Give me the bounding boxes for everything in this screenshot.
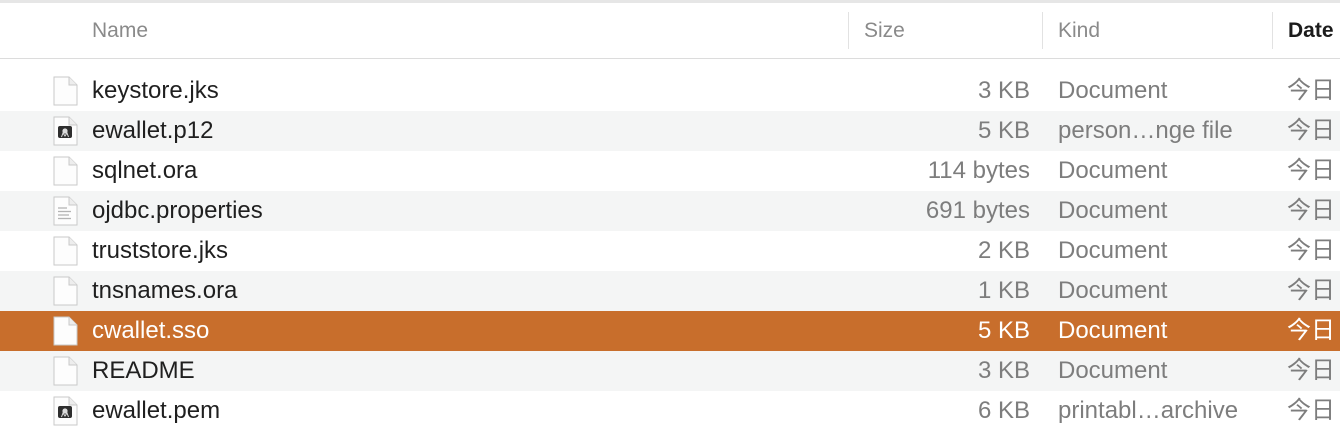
file-size: 3 KB	[977, 357, 1030, 384]
file-row-selected[interactable]: cwallet.sso 5 KB Document 今日	[0, 311, 1340, 351]
file-row[interactable]: ewallet.p12 5 KB person…nge file 今日	[0, 111, 1340, 151]
column-header-date[interactable]: Date	[1288, 3, 1334, 58]
file-date: 今日	[1287, 397, 1335, 424]
file-size: 2 KB	[977, 237, 1030, 264]
file-kind: Document	[1058, 277, 1168, 304]
file-name: sqlnet.ora	[92, 157, 198, 184]
file-size: 6 KB	[977, 397, 1030, 424]
file-kind: Document	[1058, 237, 1168, 264]
file-kind: Document	[1058, 317, 1168, 344]
file-name: README	[92, 357, 195, 384]
file-name: ojdbc.properties	[92, 197, 263, 224]
file-size: 1 KB	[977, 277, 1030, 304]
file-name: cwallet.sso	[92, 317, 210, 344]
file-date: 今日	[1287, 277, 1335, 304]
column-divider[interactable]	[1042, 12, 1043, 49]
file-row[interactable]: keystore.jks 3 KB Document 今日	[0, 71, 1340, 111]
file-name: ewallet.p12	[92, 117, 214, 144]
column-header-bar: Name Size Kind Date	[0, 3, 1340, 59]
file-size: 114 bytes	[927, 157, 1030, 184]
file-row[interactable]: sqlnet.ora 114 bytes Document 今日	[0, 151, 1340, 191]
file-kind: Document	[1058, 77, 1168, 104]
column-header-kind[interactable]: Kind	[1058, 3, 1100, 58]
file-row[interactable]: ewallet.pem 6 KB printabl…archive 今日	[0, 391, 1340, 431]
certificate-icon	[52, 396, 78, 426]
column-divider[interactable]	[1272, 12, 1273, 49]
column-divider[interactable]	[848, 12, 849, 49]
file-size: 691 bytes	[925, 197, 1030, 224]
document-icon	[52, 276, 78, 306]
file-list: keystore.jks 3 KB Document 今日 ewallet.p12 5 K…	[0, 71, 1340, 431]
file-row[interactable]: ojdbc.properties 691 bytes Document 今日	[0, 191, 1340, 231]
document-icon	[52, 156, 78, 186]
file-date: 今日	[1287, 157, 1335, 184]
finder-list-view: Name Size Kind Date keystore.jks 3 KB Docu…	[0, 0, 1340, 432]
file-kind: person…nge file	[1058, 117, 1233, 144]
file-size: 5 KB	[977, 317, 1030, 344]
file-date: 今日	[1287, 197, 1335, 224]
file-kind: Document	[1058, 157, 1168, 184]
file-name: ewallet.pem	[92, 397, 221, 424]
file-name: keystore.jks	[92, 77, 219, 104]
column-header-size[interactable]: Size	[864, 3, 905, 58]
file-date: 今日	[1287, 317, 1335, 344]
document-icon	[52, 236, 78, 266]
file-size: 3 KB	[977, 77, 1030, 104]
file-date: 今日	[1287, 357, 1335, 384]
file-kind: Document	[1058, 357, 1168, 384]
file-size: 5 KB	[977, 117, 1030, 144]
file-date: 今日	[1287, 77, 1335, 104]
certificate-icon	[52, 116, 78, 146]
file-date: 今日	[1287, 237, 1335, 264]
file-row[interactable]: tnsnames.ora 1 KB Document 今日	[0, 271, 1340, 311]
text-document-icon	[52, 196, 78, 226]
file-kind: printabl…archive	[1058, 397, 1239, 424]
document-icon	[52, 316, 78, 346]
file-row[interactable]: truststore.jks 2 KB Document 今日	[0, 231, 1340, 271]
file-name: tnsnames.ora	[92, 277, 238, 304]
file-name: truststore.jks	[92, 237, 229, 264]
file-row[interactable]: README 3 KB Document 今日	[0, 351, 1340, 391]
document-icon	[52, 356, 78, 386]
file-date: 今日	[1287, 117, 1335, 144]
file-kind: Document	[1058, 197, 1168, 224]
document-icon	[52, 76, 78, 106]
column-header-name[interactable]: Name	[92, 3, 148, 58]
